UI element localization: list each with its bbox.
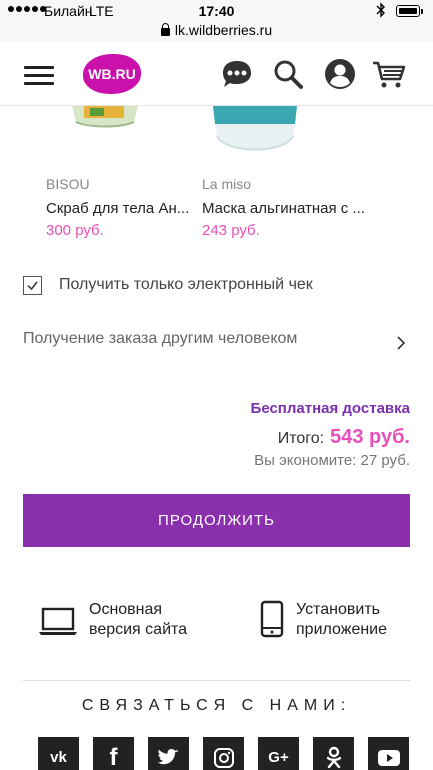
facebook-icon[interactable]: f bbox=[93, 737, 134, 770]
other-recipient-label: Получение заказа другим человеком bbox=[23, 330, 298, 347]
desktop-site-line2: версия сайта bbox=[89, 621, 188, 638]
checkmark-icon bbox=[27, 281, 38, 291]
url-text: lk.wildberries.ru bbox=[174, 22, 273, 38]
product-price: 300 руб. bbox=[46, 222, 104, 239]
electronic-receipt-label[interactable]: Получить только электронный чек bbox=[59, 276, 313, 294]
social-links: vk f G+ bbox=[38, 737, 409, 770]
chat-icon[interactable] bbox=[219, 56, 255, 92]
electronic-receipt-checkbox[interactable] bbox=[23, 276, 42, 295]
product-image-scrub[interactable] bbox=[70, 106, 140, 128]
order-total: Итого: 543 руб. bbox=[278, 426, 410, 449]
total-amount: 543 руб. bbox=[330, 426, 410, 448]
free-delivery-label: Бесплатная доставка bbox=[250, 400, 410, 417]
site-header: WB.RU bbox=[0, 42, 433, 106]
other-recipient-row[interactable]: Получение заказа другим человеком bbox=[0, 320, 433, 364]
cart-icon[interactable] bbox=[371, 56, 407, 92]
desktop-site-link[interactable]: Основная версия сайта bbox=[36, 598, 216, 644]
product-name[interactable]: Скраб для тела Ан... bbox=[46, 200, 189, 217]
youtube-icon[interactable] bbox=[368, 737, 409, 770]
clock: 17:40 bbox=[198, 3, 235, 19]
phone-icon bbox=[260, 600, 284, 643]
savings-label: Вы экономите: 27 руб. bbox=[254, 452, 410, 469]
odnoklassniki-icon[interactable] bbox=[313, 737, 354, 770]
contact-title: СВЯЗАТЬСЯ С НАМИ: bbox=[81, 697, 352, 714]
product-price: 243 руб. bbox=[202, 222, 260, 239]
battery-tip bbox=[421, 9, 423, 14]
search-icon[interactable] bbox=[271, 56, 307, 92]
product-brand: La miso bbox=[202, 176, 252, 192]
product-image-mask[interactable] bbox=[205, 106, 305, 156]
product-brand: BISOU bbox=[46, 176, 90, 192]
install-app-line1: Установить bbox=[296, 601, 380, 618]
install-app-link[interactable]: Установить приложение bbox=[258, 598, 418, 644]
menu-icon[interactable] bbox=[24, 66, 54, 86]
total-label: Итого: bbox=[277, 430, 325, 447]
account-icon[interactable] bbox=[322, 56, 358, 92]
url-bar[interactable]: lk.wildberries.ru bbox=[0, 22, 433, 42]
product-name[interactable]: Маска альгинатная с ... bbox=[202, 200, 365, 217]
battery-icon bbox=[396, 5, 420, 17]
laptop-icon bbox=[38, 606, 78, 643]
vk-icon[interactable]: vk bbox=[38, 737, 79, 770]
chevron-right-icon bbox=[396, 335, 406, 356]
footer-divider bbox=[23, 680, 410, 681]
continue-button[interactable]: ПРОДОЛЖИТЬ bbox=[23, 494, 410, 547]
bluetooth-icon bbox=[376, 2, 386, 21]
instagram-icon[interactable] bbox=[203, 737, 244, 770]
google-plus-icon[interactable]: G+ bbox=[258, 737, 299, 770]
desktop-site-line1: Основная bbox=[89, 601, 163, 618]
lock-icon bbox=[160, 23, 170, 36]
twitter-icon[interactable] bbox=[148, 737, 189, 770]
logo[interactable]: WB.RU bbox=[83, 54, 141, 94]
status-bar: Билайн LTE 17:40 bbox=[0, 0, 433, 22]
install-app-line2: приложение bbox=[296, 621, 388, 638]
